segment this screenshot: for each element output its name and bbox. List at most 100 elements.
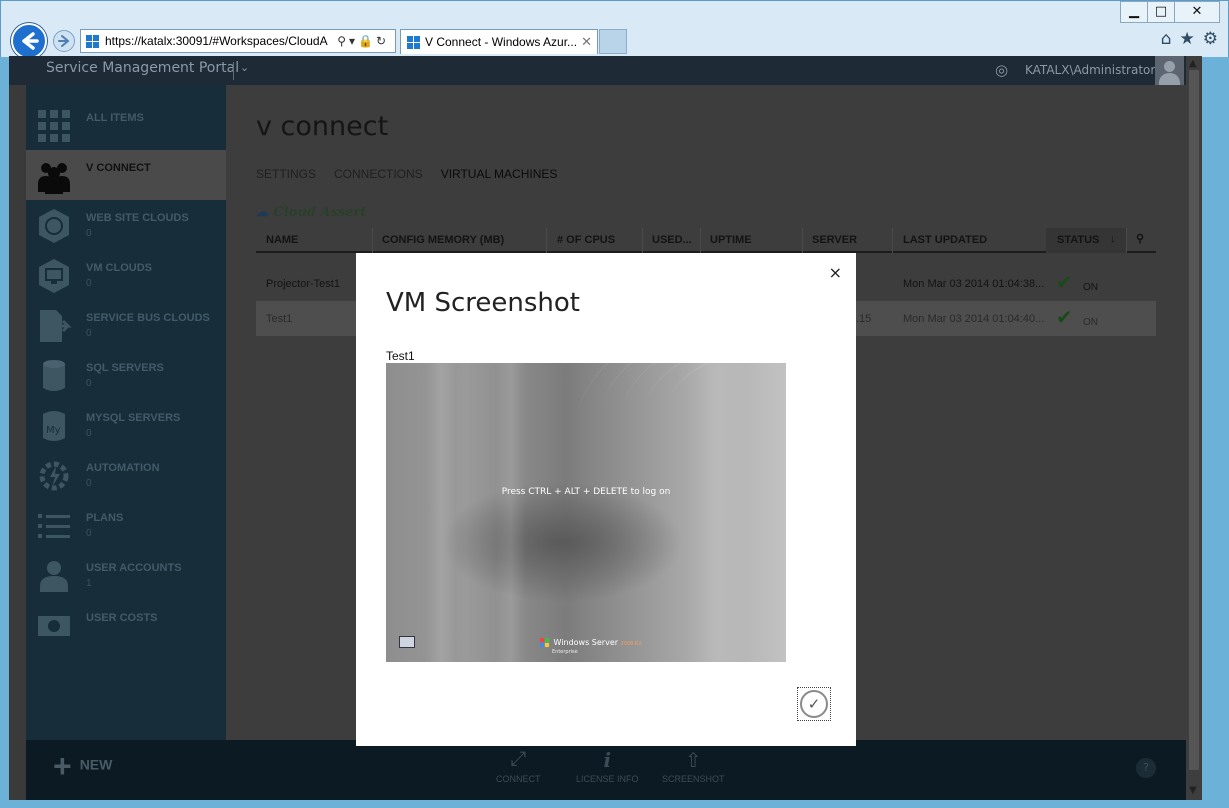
screenshot-icon: ⇧ (684, 750, 702, 772)
user-name[interactable]: KATALX\Administrator (1025, 63, 1155, 77)
sidebar-item-label: ALL ITEMS (86, 112, 144, 124)
row-status: ON (1083, 282, 1098, 293)
sidebar-item-label: WEB SITE CLOUDS (86, 212, 189, 224)
scroll-down-icon[interactable]: ▼ (1189, 785, 1197, 796)
scroll-thumb[interactable] (1189, 70, 1199, 770)
vertical-scrollbar[interactable]: ▲ ▼ (1186, 56, 1202, 800)
row-last-updated: Mon Mar 03 2014 01:04:40... (903, 313, 1045, 325)
sidebar-item-plans[interactable]: PLANS 0 (26, 500, 226, 550)
sidebar-item-sql-servers[interactable]: SQL SERVERS 0 (26, 350, 226, 400)
sidebar-item-mysql-servers[interactable]: My MYSQL SERVERS 0 (26, 400, 226, 450)
brand-name: Windows Server (553, 638, 619, 647)
vm-screenshot-image: Press CTRL + ALT + DELETE to log on Wind… (386, 363, 786, 662)
dialog-title: VM Screenshot (386, 288, 580, 318)
page-title: v connect (256, 111, 389, 142)
column-divider (546, 228, 547, 253)
sidebar-item-label: USER ACCOUNTS (86, 562, 182, 574)
row-server: .15 (856, 313, 872, 325)
tab-settings[interactable]: SETTINGS (256, 167, 316, 181)
windows-server-logo: Windows Server 2008 R2 Enterprise (538, 636, 642, 655)
settings-gear-icon[interactable]: ⚙ (1203, 29, 1218, 49)
tab-close-icon[interactable]: ✕ (581, 30, 592, 54)
column-header[interactable]: UPTIME (710, 234, 752, 246)
column-header[interactable]: SERVER (812, 234, 857, 246)
sidebar-item-automation[interactable]: AUTOMATION 0 (26, 450, 226, 500)
light-streak (496, 363, 526, 662)
maximize-button[interactable]: □ (1147, 1, 1175, 23)
search-icon[interactable]: ⚲ (1136, 232, 1144, 245)
address-tools-icons[interactable]: ⚲▾🔒↻ (333, 30, 389, 52)
column-header[interactable]: USED... (652, 234, 692, 246)
sidebar-item-label: SERVICE BUS CLOUDS (86, 312, 210, 324)
license-info-button[interactable]: i LICENSE INFO (576, 748, 639, 784)
column-header[interactable]: STATUS (1057, 234, 1099, 246)
back-button[interactable] (11, 23, 47, 59)
checkmark-icon: ✓ (800, 690, 828, 718)
column-header[interactable]: NAME (266, 234, 298, 246)
avatar[interactable] (1155, 56, 1184, 85)
ease-of-access-icon (399, 636, 415, 648)
sidebar-item-vm-clouds[interactable]: VM CLOUDS 0 (26, 250, 226, 300)
status-check-icon: ✔ (1056, 272, 1073, 294)
new-button[interactable]: + NEW (53, 750, 113, 782)
action-label: LICENSE INFO (576, 774, 639, 784)
sidebar-item-service-bus-clouds[interactable]: SERVICE BUS CLOUDS 0 (26, 300, 226, 350)
sidebar-item-label: V CONNECT (86, 162, 151, 174)
brand-edition: Enterprise (552, 649, 578, 655)
tab-virtual-machines[interactable]: VIRTUAL MACHINES (441, 167, 558, 181)
table-header: NAME CONFIG MEMORY (MB) # OF CPUS USED..… (256, 228, 1156, 253)
connect-button[interactable]: ⤢ CONNECT (496, 748, 541, 784)
home-icon[interactable]: ⌂ (1161, 29, 1172, 49)
browser-chrome: ▁ □ ✕ https://katalx:30091/#Workspaces/C… (0, 0, 1229, 59)
row-last-updated: Mon Mar 03 2014 01:04:38... (903, 278, 1045, 290)
sidebar-item-web-site-clouds[interactable]: WEB SITE CLOUDS 0 (26, 200, 226, 250)
forward-button[interactable] (53, 30, 75, 52)
ok-button[interactable]: ✓ (797, 687, 831, 721)
tab-connections[interactable]: CONNECTIONS (334, 167, 423, 181)
sort-arrow-icon[interactable]: ↓ (1110, 233, 1116, 245)
action-label: CONNECT (496, 774, 541, 784)
new-tab-button[interactable] (599, 29, 627, 54)
minimize-button[interactable]: ▁ (1120, 1, 1148, 23)
help-button[interactable]: ? (1136, 758, 1156, 778)
browser-toolbar-right: ⌂ ★ ⚙ (1161, 29, 1218, 49)
favorites-icon[interactable]: ★ (1180, 29, 1195, 49)
sub-navigation: SETTINGS CONNECTIONS VIRTUAL MACHINES (256, 167, 557, 181)
tab-windows-icon (407, 36, 420, 49)
chevron-down-icon[interactable]: ⌄ (240, 61, 249, 74)
screenshot-button[interactable]: ⇧ SCREENSHOT (662, 748, 725, 784)
column-header[interactable]: LAST UPDATED (903, 234, 987, 246)
vm-name-label: Test1 (386, 349, 415, 363)
forward-arrow-icon (58, 35, 70, 47)
address-bar[interactable]: https://katalx:30091/#Workspaces/CloudA … (80, 29, 396, 53)
cloud-icon: ☁ (256, 205, 269, 220)
new-label: NEW (79, 756, 113, 773)
column-header[interactable]: CONFIG MEMORY (MB) (382, 234, 504, 246)
sidebar-item-count: 0 (86, 328, 92, 339)
sidebar-item-all-items[interactable]: ALL ITEMS (26, 100, 226, 150)
money-icon (38, 616, 70, 636)
row-status: ON (1083, 317, 1098, 328)
vm-screenshot-dialog: × VM Screenshot Test1 Press CTRL + ALT +… (356, 253, 856, 746)
globe-icon[interactable]: ◎ (995, 61, 1008, 79)
close-window-button[interactable]: ✕ (1174, 1, 1220, 23)
portal-brand[interactable]: Service Management Portal (46, 60, 239, 76)
column-header[interactable]: # OF CPUS (557, 234, 615, 246)
connect-icon: ⤢ (510, 748, 527, 770)
sidebar-item-user-costs[interactable]: USER COSTS (26, 600, 226, 650)
sidebar-item-label: PLANS (86, 512, 124, 524)
logon-message: Press CTRL + ALT + DELETE to log on (501, 487, 671, 497)
browser-tab[interactable]: V Connect - Windows Azur... ✕ (400, 29, 598, 54)
scroll-up-icon[interactable]: ▲ (1189, 58, 1197, 69)
site-windows-icon (86, 35, 99, 48)
column-divider (642, 228, 643, 253)
info-icon: i (603, 748, 612, 772)
status-check-icon: ✔ (1056, 307, 1073, 329)
sidebar-item-label: SQL SERVERS (86, 362, 164, 374)
people-icon (38, 163, 70, 194)
sidebar-item-count: 0 (86, 228, 92, 239)
sidebar-item-user-accounts[interactable]: USER ACCOUNTS 1 (26, 550, 226, 600)
close-icon[interactable]: × (829, 263, 842, 282)
sidebar-item-v-connect[interactable]: V CONNECT (26, 150, 226, 200)
avatar-body (1159, 73, 1180, 85)
